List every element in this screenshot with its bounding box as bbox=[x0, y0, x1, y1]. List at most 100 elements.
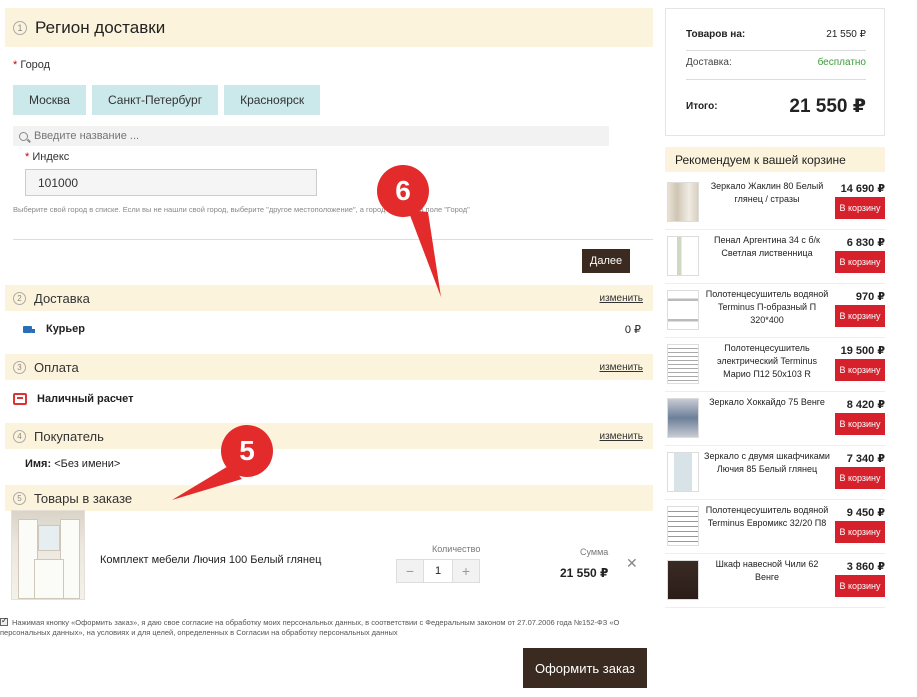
city-quick-buttons: Москва Санкт-Петербург Красноярск bbox=[13, 85, 321, 115]
recommend-item-image[interactable] bbox=[667, 290, 699, 330]
remove-item-icon[interactable]: ✕ bbox=[626, 555, 638, 572]
buyer-name-label: Имя: bbox=[25, 458, 52, 470]
buyer-section-header: 4 Покупатель изменить bbox=[5, 423, 653, 449]
recommend-item-image[interactable] bbox=[667, 398, 699, 438]
annotation-marker-5: 5 bbox=[221, 425, 273, 477]
wallet-icon bbox=[13, 393, 27, 405]
payment-change-link[interactable]: изменить bbox=[599, 362, 643, 373]
recommend-item-price: 8 420 ₽ bbox=[846, 399, 885, 411]
recommend-title: Рекомендуем к вашей корзине bbox=[665, 147, 885, 172]
region-title: Регион доставки bbox=[35, 17, 166, 37]
recommend-item-name[interactable]: Полотенцесушитель водяной Terminus П-обр… bbox=[703, 288, 831, 327]
payment-section: 3 Оплата изменить Наличный расчет bbox=[5, 354, 653, 405]
recommend-item: Шкаф навесной Чили 62 Венге 3 860 ₽ В корз… bbox=[665, 554, 885, 608]
recommend-item-name[interactable]: Шкаф навесной Чили 62 Венге bbox=[703, 558, 831, 584]
index-input[interactable] bbox=[25, 169, 317, 196]
recommend-item-price: 14 690 ₽ bbox=[840, 183, 885, 195]
payment-row: Наличный расчет bbox=[5, 384, 653, 414]
city-button-moscow[interactable]: Москва bbox=[13, 85, 86, 115]
divider bbox=[13, 239, 653, 240]
delivery-section-header: 2 Доставка изменить bbox=[5, 285, 653, 311]
index-label: * Индекс bbox=[25, 151, 70, 163]
city-search bbox=[13, 126, 609, 146]
sum-label: Сумма bbox=[580, 547, 609, 557]
agreement-text: Нажимая кнопку «Оформить заказ», я даю с… bbox=[0, 616, 640, 638]
recommend-item-name[interactable]: Полотенцесушитель водяной Terminus Евром… bbox=[703, 504, 831, 530]
next-button[interactable]: Далее bbox=[582, 249, 630, 273]
recommend-item-image[interactable] bbox=[667, 560, 699, 600]
goods-title: Товары в заказе bbox=[34, 490, 133, 506]
quantity-decrease-button[interactable]: − bbox=[397, 560, 423, 582]
add-to-cart-button[interactable]: В корзину bbox=[835, 251, 885, 273]
order-totals: Товаров на: 21 550 ₽ Доставка: бесплатно… bbox=[665, 8, 885, 136]
goods-section-header: 5 Товары в заказе bbox=[5, 485, 653, 511]
recommend-item-name[interactable]: Пенал Аргентина 34 с б/к Светлая листвен… bbox=[703, 234, 831, 260]
recommend-item-name[interactable]: Зеркало с двумя шкафчиками Лючия 85 Белы… bbox=[703, 450, 831, 476]
annotation-marker-6: 6 bbox=[377, 165, 429, 217]
delivery-title: Доставка bbox=[34, 290, 90, 306]
totals-goods-value: 21 550 ₽ bbox=[826, 29, 866, 40]
totals-total-value: 21 550 ₽ bbox=[789, 96, 866, 117]
add-to-cart-button[interactable]: В корзину bbox=[835, 467, 885, 489]
checkout-form: 1 Регион доставки * Город Москва Санкт-П… bbox=[5, 8, 653, 511]
delivery-row: Курьер 0 ₽ bbox=[5, 314, 653, 344]
product-name[interactable]: Комплект мебели Лючия 100 Белый глянец bbox=[100, 554, 321, 566]
recommend-item-price: 6 830 ₽ bbox=[846, 237, 885, 249]
recommend-item-price: 19 500 ₽ bbox=[840, 345, 885, 357]
recommend-item-image[interactable] bbox=[667, 236, 699, 276]
step-number: 3 bbox=[13, 360, 26, 374]
buyer-change-link[interactable]: изменить bbox=[599, 431, 643, 442]
step-number: 1 bbox=[13, 20, 27, 35]
add-to-cart-button[interactable]: В корзину bbox=[835, 197, 885, 219]
recommend-item: Зеркало с двумя шкафчиками Лючия 85 Белы… bbox=[665, 446, 885, 500]
buyer-title: Покупатель bbox=[34, 428, 104, 444]
city-button-krasnoyarsk[interactable]: Красноярск bbox=[224, 85, 321, 115]
recommend-item: Зеркало Жаклин 80 Белый глянец / стразы 1… bbox=[665, 176, 885, 230]
search-icon bbox=[19, 131, 28, 141]
recommend-item-price: 9 450 ₽ bbox=[846, 507, 885, 519]
agreement-checkbox[interactable] bbox=[0, 616, 8, 626]
city-label: * Город bbox=[13, 59, 51, 71]
buyer-row: Имя: <Без имени> bbox=[5, 449, 653, 479]
recommend-item: Полотенцесушитель электрический Terminus… bbox=[665, 338, 885, 392]
recommend-item-price: 7 340 ₽ bbox=[846, 453, 885, 465]
quantity-increase-button[interactable]: + bbox=[453, 560, 479, 582]
totals-goods-row: Товаров на: 21 550 ₽ bbox=[686, 29, 866, 40]
recommend-item-name[interactable]: Зеркало Хоккайдо 75 Венге bbox=[703, 396, 831, 409]
sum-value: 21 550 ₽ bbox=[560, 566, 609, 580]
step-number: 4 bbox=[13, 429, 26, 443]
payment-title: Оплата bbox=[34, 359, 79, 375]
truck-icon bbox=[23, 325, 35, 333]
add-to-cart-button[interactable]: В корзину bbox=[835, 413, 885, 435]
product-image[interactable] bbox=[11, 510, 85, 600]
recommend-item-price: 970 ₽ bbox=[855, 291, 885, 303]
totals-delivery-row: Доставка: бесплатно bbox=[686, 57, 866, 68]
recommend-item-image[interactable] bbox=[667, 452, 699, 492]
quantity-stepper: − 1 + bbox=[396, 559, 480, 583]
payment-section-header: 3 Оплата изменить bbox=[5, 354, 653, 380]
buyer-name-value: <Без имени> bbox=[54, 458, 121, 470]
recommend-item-image[interactable] bbox=[667, 182, 699, 222]
add-to-cart-button[interactable]: В корзину bbox=[835, 305, 885, 327]
recommend-item: Полотенцесушитель водяной Terminus Евром… bbox=[665, 500, 885, 554]
city-search-input[interactable] bbox=[34, 130, 434, 142]
recommend-item-name[interactable]: Полотенцесушитель электрический Terminus… bbox=[703, 342, 831, 381]
city-button-spb[interactable]: Санкт-Петербург bbox=[91, 85, 219, 115]
step-number: 5 bbox=[13, 491, 26, 505]
delivery-method: Курьер bbox=[46, 323, 86, 335]
add-to-cart-button[interactable]: В корзину bbox=[835, 359, 885, 381]
quantity-label: Количество bbox=[432, 544, 481, 554]
place-order-button[interactable]: Оформить заказ bbox=[523, 648, 647, 688]
add-to-cart-button[interactable]: В корзину bbox=[835, 521, 885, 543]
add-to-cart-button[interactable]: В корзину bbox=[835, 575, 885, 597]
recommend-item-name[interactable]: Зеркало Жаклин 80 Белый глянец / стразы bbox=[703, 180, 831, 206]
delivery-change-link[interactable]: изменить bbox=[599, 293, 643, 304]
delivery-price: 0 ₽ bbox=[624, 323, 641, 336]
recommend-item-image[interactable] bbox=[667, 344, 699, 384]
recommend-item: Пенал Аргентина 34 с б/к Светлая листвен… bbox=[665, 230, 885, 284]
totals-total-row: Итого: 21 550 ₽ bbox=[686, 96, 866, 117]
quantity-value[interactable]: 1 bbox=[423, 560, 453, 582]
recommend-item: Зеркало Хоккайдо 75 Венге 8 420 ₽ В корзин… bbox=[665, 392, 885, 446]
recommend-item-image[interactable] bbox=[667, 506, 699, 546]
recommend-item: Полотенцесушитель водяной Terminus П-обр… bbox=[665, 284, 885, 338]
